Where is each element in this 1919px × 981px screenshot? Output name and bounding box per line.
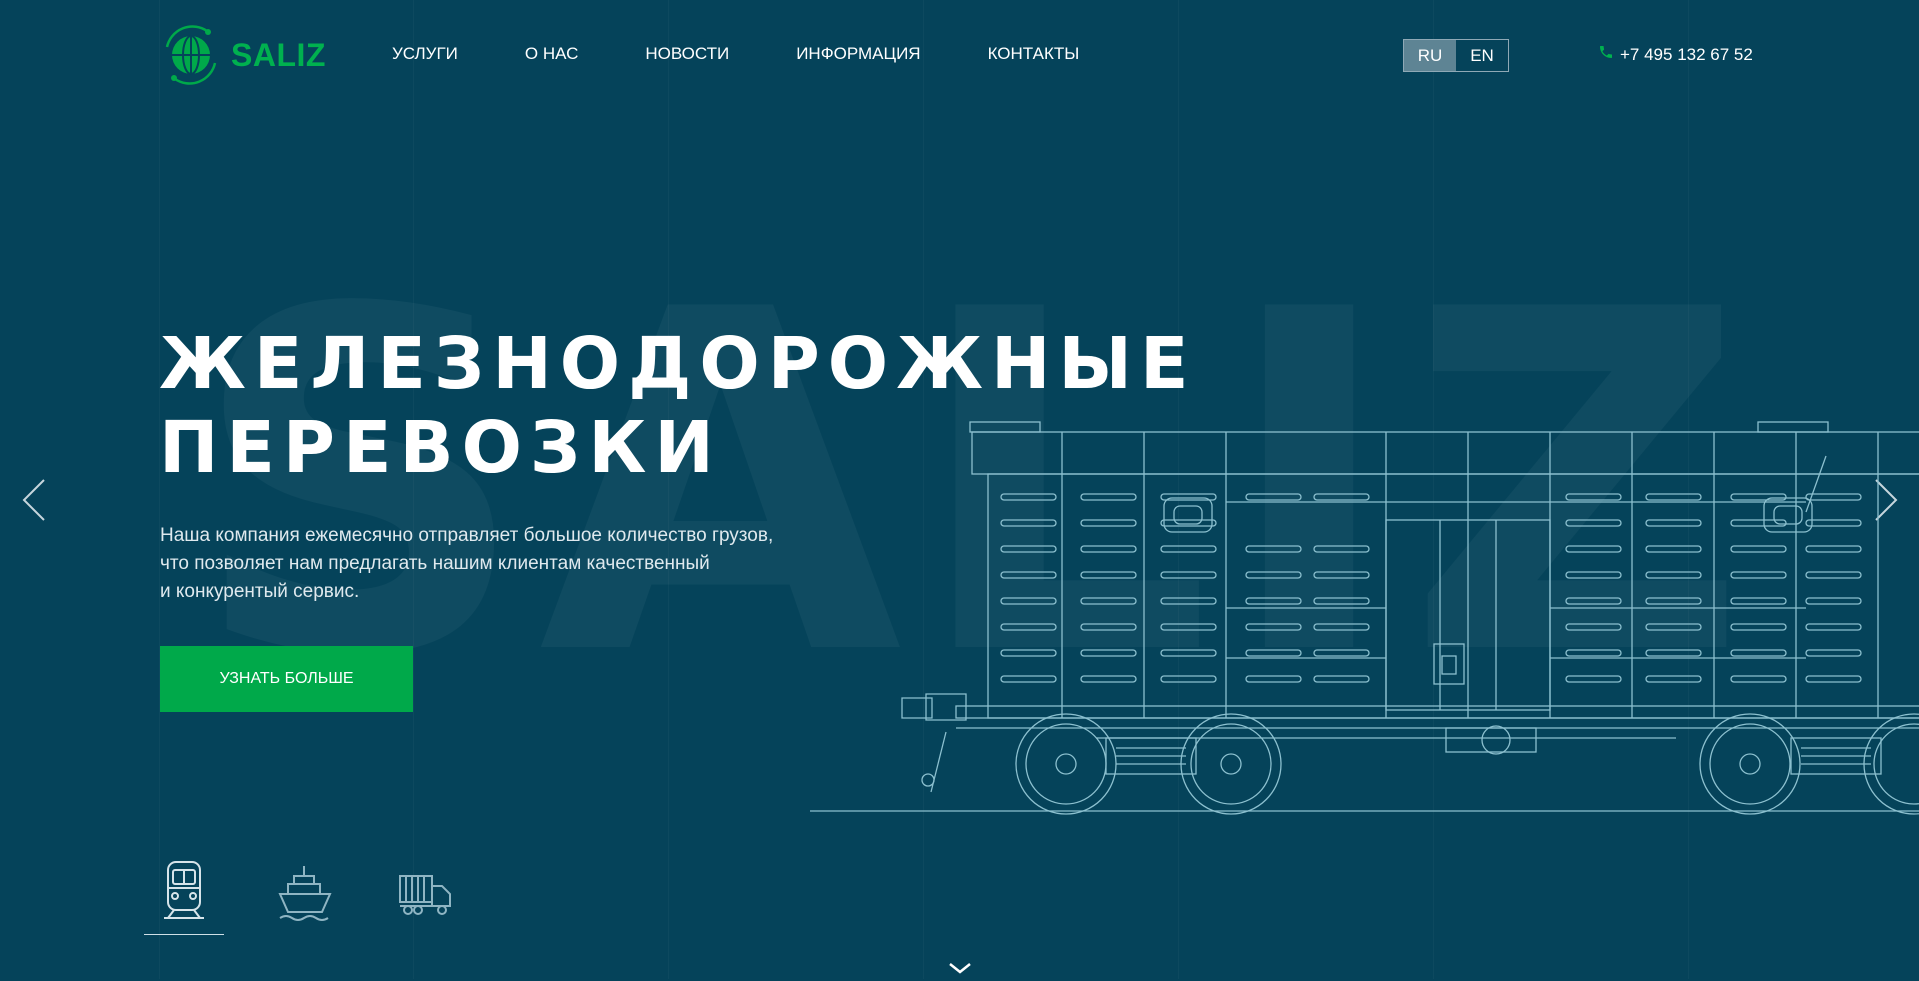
- hero-description-line: что позволяет нам предлагать нашим клиен…: [160, 553, 710, 574]
- phone-number: +7 495 132 67 52: [1620, 44, 1753, 64]
- brand-logo[interactable]: SALIZ: [159, 21, 326, 89]
- truck-icon[interactable]: [398, 858, 452, 927]
- hero-description-line: Наша компания ежемесячно отправляет боль…: [160, 525, 774, 546]
- nav-item-news[interactable]: НОВОСТИ: [645, 44, 729, 64]
- globe-icon: [159, 21, 223, 89]
- ship-icon[interactable]: [278, 858, 332, 927]
- nav-item-contacts[interactable]: КОНТАКТЫ: [988, 44, 1080, 64]
- hero-description-line: и конкурентый сервис.: [160, 581, 360, 602]
- main-nav: УСЛУГИ О НАС НОВОСТИ ИНФОРМАЦИЯ КОНТАКТЫ: [392, 44, 1146, 64]
- hero-title-line: ЖЕЛЕЗНОДОРОЖНЫЕ: [159, 322, 1197, 405]
- brand-name: SALIZ: [231, 36, 326, 73]
- active-transport-indicator: [144, 934, 224, 935]
- train-icon[interactable]: [160, 858, 208, 927]
- phone-icon: [1598, 44, 1620, 65]
- nav-item-services[interactable]: УСЛУГИ: [392, 44, 458, 64]
- lang-option-en[interactable]: EN: [1456, 40, 1508, 71]
- nav-item-about[interactable]: О НАС: [525, 44, 578, 64]
- chevron-left-icon[interactable]: [20, 478, 50, 527]
- chevron-down-icon[interactable]: [946, 960, 974, 981]
- hero-description: Наша компания ежемесячно отправляет боль…: [160, 522, 880, 606]
- site-header: SALIZ УСЛУГИ О НАС НОВОСТИ ИНФОРМАЦИЯ КО…: [0, 0, 1919, 110]
- nav-item-information[interactable]: ИНФОРМАЦИЯ: [796, 44, 920, 64]
- learn-more-button[interactable]: УЗНАТЬ БОЛЬШЕ: [160, 646, 413, 712]
- lang-option-ru[interactable]: RU: [1404, 40, 1456, 71]
- phone-link[interactable]: +7 495 132 67 52: [1598, 44, 1753, 65]
- language-switcher: RU EN: [1403, 39, 1509, 72]
- railway-wagon-illustration: [806, 412, 1919, 827]
